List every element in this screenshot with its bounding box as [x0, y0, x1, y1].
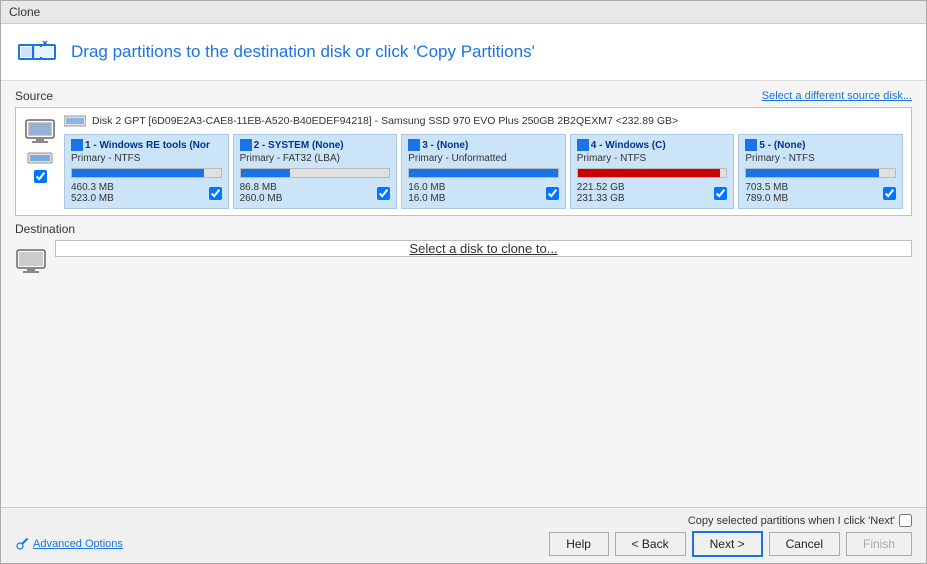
select-different-source-link[interactable]: Select a different source disk... — [762, 90, 912, 102]
partition-5-fill — [746, 169, 878, 177]
dest-icon-area — [15, 240, 47, 276]
destination-label: Destination — [15, 222, 75, 236]
source-section: Source Select a different source disk... — [15, 89, 912, 216]
title-bar: Clone — [1, 1, 926, 24]
select-disk-link[interactable]: Select a disk to clone to... — [409, 241, 557, 256]
destination-panel[interactable]: Select a disk to clone to... — [55, 240, 912, 257]
partition-4-fill — [578, 169, 721, 177]
partition-1-footer: 460.3 MB 523.0 MB — [71, 182, 222, 204]
partition-4-bar — [577, 168, 728, 178]
partition-2-checkbox[interactable] — [377, 187, 390, 200]
source-checkbox-row — [34, 170, 47, 183]
partition-4-type: Primary - NTFS — [577, 153, 728, 164]
buttons-row: Advanced Options Help < Back Next > Canc… — [15, 531, 912, 557]
win-icon-1 — [71, 139, 83, 151]
partition-5-type: Primary - NTFS — [745, 153, 896, 164]
source-disk-icon-area — [24, 114, 56, 183]
partition-3-type: Primary - Unformatted — [408, 153, 559, 164]
cancel-button[interactable]: Cancel — [769, 532, 840, 556]
partition-4-checkbox[interactable] — [714, 187, 727, 200]
win-icon-4 — [577, 139, 589, 151]
advanced-options-label: Advanced Options — [33, 538, 123, 550]
partition-1-type: Primary - NTFS — [71, 153, 222, 164]
wrench-icon — [15, 537, 29, 551]
partition-card-4: 4 - Windows (C) Primary - NTFS 221.52 GB… — [570, 134, 735, 209]
partition-5-bar — [745, 168, 896, 178]
destination-section: Destination Select a disk to clone to... — [15, 222, 912, 499]
destination-label-row: Destination — [15, 222, 912, 236]
advanced-options-link[interactable]: Advanced Options — [15, 537, 123, 551]
partition-5-checkbox[interactable] — [883, 187, 896, 200]
partition-card-2: 2 - SYSTEM (None) Primary - FAT32 (LBA) … — [233, 134, 398, 209]
finish-button[interactable]: Finish — [846, 532, 912, 556]
partition-2-fill — [241, 169, 290, 177]
partition-5-footer: 703.5 MB 789.0 MB — [745, 182, 896, 204]
header-banner: Drag partitions to the destination disk … — [1, 24, 926, 81]
partition-1-checkbox[interactable] — [209, 187, 222, 200]
footer-area: Copy selected partitions when I click 'N… — [1, 507, 926, 563]
main-window: Clone Drag partitions to the destination… — [0, 0, 927, 564]
partition-card-5: 5 - (None) Primary - NTFS 703.5 MB 789.0… — [738, 134, 903, 209]
partition-3-checkbox[interactable] — [546, 187, 559, 200]
win-icon-3 — [408, 139, 420, 151]
next-button[interactable]: Next > — [692, 531, 763, 557]
monitor-icon — [24, 118, 56, 146]
partition-2-sizes: 86.8 MB 260.0 MB — [240, 182, 283, 204]
partition-2-title: 2 - SYSTEM (None) — [254, 140, 344, 151]
partition-4-footer: 221.52 GB 231.33 GB — [577, 182, 728, 204]
partitions-row: 1 - Windows RE tools (Nor Primary - NTFS… — [64, 134, 903, 209]
partition-card-3: 3 - (None) Primary - Unformatted 16.0 MB… — [401, 134, 566, 209]
partition-4-title: 4 - Windows (C) — [591, 140, 666, 151]
source-checkbox[interactable] — [34, 170, 47, 183]
win-icon-2 — [240, 139, 252, 151]
copy-option-row: Copy selected partitions when I click 'N… — [15, 514, 912, 527]
source-label: Source — [15, 89, 53, 103]
content-area: Source Select a different source disk... — [1, 81, 926, 507]
window-title: Clone — [9, 5, 40, 19]
header-text: Drag partitions to the destination disk … — [71, 42, 535, 62]
partition-5-sizes: 703.5 MB 789.0 MB — [745, 182, 788, 204]
disk-header: Disk 2 GPT [6D09E2A3-CAE8-11EB-A520-B40E… — [64, 114, 903, 128]
back-button[interactable]: < Back — [615, 532, 686, 556]
disk-header-icon — [64, 114, 86, 128]
win-icon-5 — [745, 139, 757, 151]
copy-option-checkbox[interactable] — [899, 514, 912, 527]
partition-1-fill — [72, 169, 204, 177]
partition-card-1: 1 - Windows RE tools (Nor Primary - NTFS… — [64, 134, 229, 209]
disk-info-area: Disk 2 GPT [6D09E2A3-CAE8-11EB-A520-B40E… — [64, 114, 903, 209]
partition-3-bar — [408, 168, 559, 178]
disk-label: Disk 2 GPT [6D09E2A3-CAE8-11EB-A520-B40E… — [92, 115, 678, 127]
partition-3-sizes: 16.0 MB 16.0 MB — [408, 182, 445, 204]
dest-monitor-icon — [15, 248, 47, 276]
partition-4-sizes: 221.52 GB 231.33 GB — [577, 182, 625, 204]
partition-2-type: Primary - FAT32 (LBA) — [240, 153, 391, 164]
partition-3-title: 3 - (None) — [422, 140, 468, 151]
source-disk-small-icon — [27, 150, 53, 166]
partition-1-bar — [71, 168, 222, 178]
destination-row: Select a disk to clone to... — [15, 240, 912, 499]
partition-2-bar — [240, 168, 391, 178]
partition-5-title: 5 - (None) — [759, 140, 805, 151]
source-panel: Disk 2 GPT [6D09E2A3-CAE8-11EB-A520-B40E… — [15, 107, 912, 216]
partition-2-footer: 86.8 MB 260.0 MB — [240, 182, 391, 204]
source-label-row: Source Select a different source disk... — [15, 89, 912, 103]
copy-option-label: Copy selected partitions when I click 'N… — [688, 515, 895, 527]
partition-3-footer: 16.0 MB 16.0 MB — [408, 182, 559, 204]
help-button[interactable]: Help — [549, 532, 609, 556]
partition-1-sizes: 460.3 MB 523.0 MB — [71, 182, 114, 204]
clone-icon — [17, 36, 57, 68]
partition-3-fill — [409, 169, 558, 177]
partition-1-title: 1 - Windows RE tools (Nor — [85, 140, 210, 151]
